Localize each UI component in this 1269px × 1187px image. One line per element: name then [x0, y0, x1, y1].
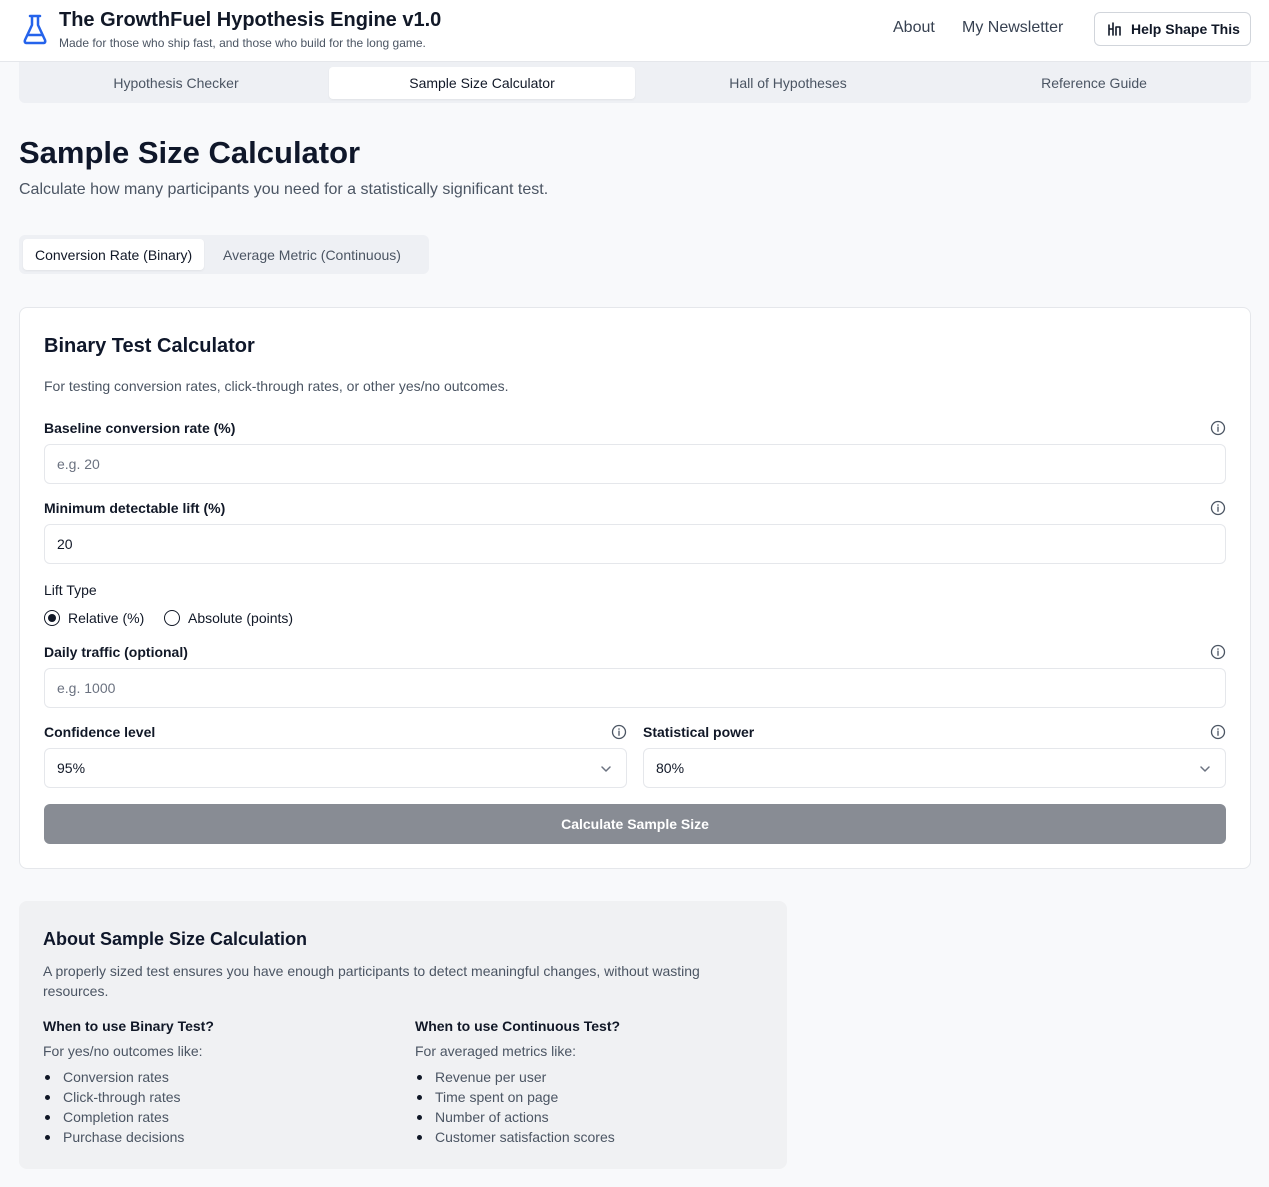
about-description: A properly sized test ensures you have e… — [43, 963, 700, 999]
bar-chart-icon — [1108, 22, 1121, 36]
main-tab-bar: Hypothesis Checker Sample Size Calculato… — [19, 62, 1251, 103]
chevron-down-icon — [601, 766, 611, 772]
page-title: Sample Size Calculator — [19, 135, 361, 170]
flask-icon — [23, 14, 47, 45]
tab-binary[interactable]: Conversion Rate (Binary) — [23, 239, 205, 270]
continuous-usage-column: When to use Continuous Test? For average… — [415, 1018, 755, 1147]
continuous-usage-heading: When to use Continuous Test? — [415, 1018, 621, 1034]
help-shape-button[interactable]: Help Shape This — [1094, 12, 1251, 46]
chevron-down-icon — [1200, 766, 1210, 772]
baseline-rate-input[interactable] — [44, 444, 1226, 484]
app-header: The GrowthFuel Hypothesis Engine v1.0 Ma… — [0, 0, 1269, 62]
lift-label: Minimum detectable lift (%) — [44, 500, 226, 516]
card-title: Binary Test Calculator — [44, 335, 255, 357]
lift-type-label: Lift Type — [44, 582, 97, 598]
about-section: About Sample Size Calculation A properly… — [19, 901, 787, 1169]
info-circle-icon[interactable] — [611, 724, 627, 740]
info-circle-icon[interactable] — [1210, 420, 1226, 436]
page-subtitle: Calculate how many participants you need… — [19, 181, 549, 198]
info-circle-icon[interactable] — [1210, 724, 1226, 740]
daily-traffic-input[interactable] — [44, 668, 1226, 708]
nav-newsletter-link[interactable]: My Newsletter — [962, 19, 1063, 37]
radio-absolute[interactable] — [164, 610, 180, 626]
list-item: Purchase decisions — [45, 1127, 383, 1147]
app-tagline: Made for those who ship fast, and those … — [59, 36, 426, 50]
power-select[interactable]: 80% — [643, 748, 1226, 788]
continuous-usage-sub: For averaged metrics like: — [415, 1043, 577, 1059]
info-circle-icon[interactable] — [1210, 500, 1226, 516]
radio-absolute-label: Absolute (points) — [188, 610, 294, 626]
power-label: Statistical power — [643, 724, 755, 740]
list-item: Click-through rates — [45, 1087, 383, 1107]
binary-usage-list: Conversion rates Click-through rates Com… — [43, 1067, 383, 1147]
info-circle-icon[interactable] — [1210, 644, 1226, 660]
traffic-label: Daily traffic (optional) — [44, 644, 188, 660]
list-item: Customer satisfaction scores — [417, 1127, 755, 1147]
list-item: Revenue per user — [417, 1067, 755, 1087]
continuous-usage-list: Revenue per user Time spent on page Numb… — [415, 1067, 755, 1147]
tab-sample-size-calculator[interactable]: Sample Size Calculator — [329, 67, 635, 99]
lift-type-relative-option[interactable]: Relative (%) — [44, 610, 144, 626]
confidence-select[interactable]: 95% — [44, 748, 627, 788]
test-type-tabs: Conversion Rate (Binary) Average Metric … — [19, 235, 429, 274]
binary-calculator-card: Binary Test Calculator For testing conve… — [19, 307, 1251, 869]
tab-reference-guide[interactable]: Reference Guide — [941, 67, 1247, 99]
help-button-label: Help Shape This — [1131, 21, 1240, 37]
radio-relative-label: Relative (%) — [68, 610, 145, 626]
list-item: Number of actions — [417, 1107, 755, 1127]
tab-continuous[interactable]: Average Metric (Continuous) — [211, 239, 413, 270]
radio-relative[interactable] — [44, 610, 60, 626]
tab-hall-of-hypotheses[interactable]: Hall of Hypotheses — [635, 67, 941, 99]
calculate-sample-size-button[interactable]: Calculate Sample Size — [44, 804, 1226, 844]
list-item: Completion rates — [45, 1107, 383, 1127]
card-description: For testing conversion rates, click-thro… — [44, 378, 509, 394]
app-title: The GrowthFuel Hypothesis Engine v1.0 — [59, 9, 442, 31]
confidence-value: 95% — [57, 760, 86, 776]
tab-hypothesis-checker[interactable]: Hypothesis Checker — [23, 67, 329, 99]
binary-usage-heading: When to use Binary Test? — [43, 1018, 214, 1034]
list-item: Time spent on page — [417, 1087, 755, 1107]
about-title: About Sample Size Calculation — [43, 929, 308, 949]
binary-usage-sub: For yes/no outcomes like: — [43, 1043, 203, 1059]
binary-usage-column: When to use Binary Test? For yes/no outc… — [43, 1018, 383, 1147]
nav-about-link[interactable]: About — [893, 19, 935, 37]
min-lift-input[interactable] — [44, 524, 1226, 564]
baseline-label: Baseline conversion rate (%) — [44, 420, 236, 436]
power-value: 80% — [656, 760, 685, 776]
lift-type-absolute-option[interactable]: Absolute (points) — [164, 610, 293, 626]
confidence-label: Confidence level — [44, 724, 156, 740]
list-item: Conversion rates — [45, 1067, 383, 1087]
